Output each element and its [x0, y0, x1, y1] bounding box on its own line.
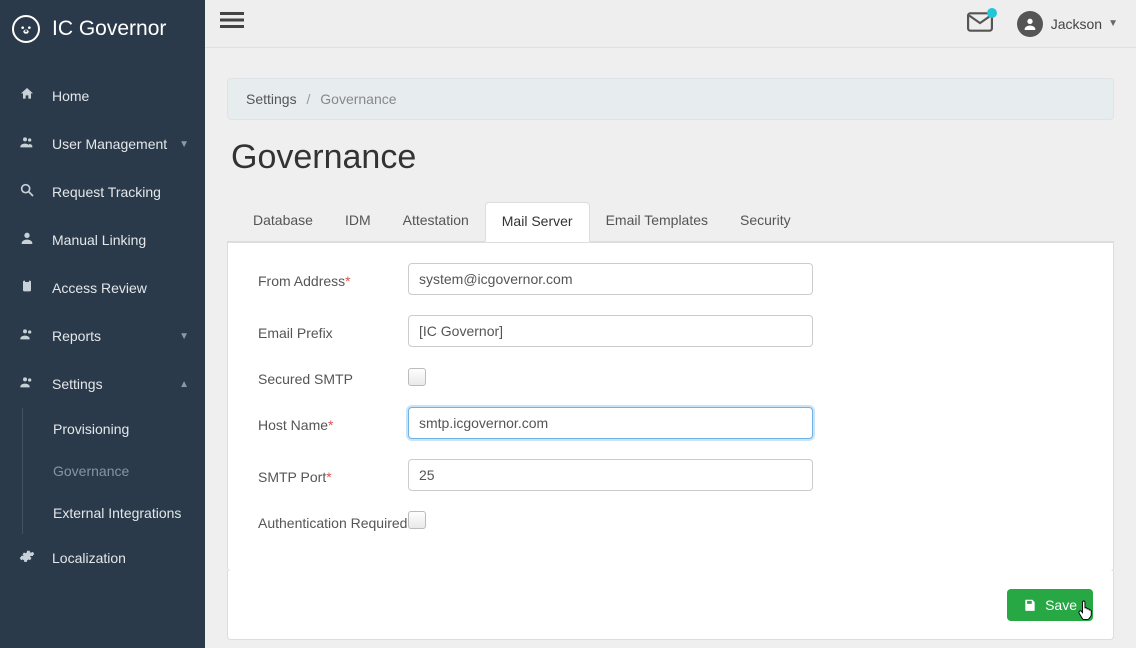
brand-title: IC Governor	[52, 17, 166, 41]
checkbox-secured-smtp[interactable]	[408, 368, 426, 386]
input-host-name[interactable]	[408, 407, 813, 439]
clipboard-icon	[16, 278, 38, 298]
panel-mail-server: From Address* Email Prefix Secured SMTP …	[227, 242, 1114, 572]
sidebar-subitem-external-integrations[interactable]: External Integrations	[23, 492, 205, 534]
breadcrumb-root[interactable]: Settings	[246, 91, 297, 107]
sidebar-subnav-settings: Provisioning Governance External Integra…	[22, 408, 205, 534]
chevron-down-icon: ▼	[179, 331, 189, 342]
sidebar-item-request-tracking[interactable]: Request Tracking	[0, 168, 205, 216]
label-secured-smtp: Secured SMTP	[258, 367, 408, 387]
label-host-name: Host Name*	[258, 413, 408, 433]
users-icon	[16, 134, 38, 154]
checkbox-auth-required[interactable]	[408, 511, 426, 529]
sidebar-item-user-management[interactable]: User Management ▼	[0, 120, 205, 168]
brand: IC Governor	[0, 0, 205, 58]
caret-down-icon: ▼	[1108, 18, 1118, 29]
sidebar-subitem-governance[interactable]: Governance	[23, 450, 205, 492]
avatar-icon	[1017, 11, 1043, 37]
chevron-up-icon: ▲	[179, 379, 189, 390]
tab-idm[interactable]: IDM	[329, 202, 387, 242]
sidebar-item-access-review[interactable]: Access Review	[0, 264, 205, 312]
brand-logo-icon	[12, 15, 40, 43]
page-title: Governance	[231, 138, 1114, 177]
user-icon	[16, 230, 38, 250]
label-auth-required: Authentication Required	[258, 511, 408, 531]
mail-icon[interactable]	[967, 12, 993, 35]
input-smtp-port[interactable]	[408, 459, 813, 491]
sidebar-item-home[interactable]: Home	[0, 72, 205, 120]
sidebar-item-settings[interactable]: Settings ▲	[0, 360, 205, 408]
chevron-down-icon: ▼	[179, 139, 189, 150]
label-smtp-port: SMTP Port*	[258, 465, 408, 485]
sidebar-item-localization[interactable]: Localization	[0, 534, 205, 582]
sidebar-item-label: Reports	[52, 328, 101, 344]
user-menu[interactable]: Jackson ▼	[1017, 11, 1118, 37]
tab-email-templates[interactable]: Email Templates	[590, 202, 724, 242]
main: Jackson ▼ Settings / Governance Governan…	[205, 0, 1136, 648]
tab-attestation[interactable]: Attestation	[387, 202, 485, 242]
breadcrumb: Settings / Governance	[227, 78, 1114, 120]
input-email-prefix[interactable]	[408, 315, 813, 347]
sidebar: IC Governor Home User Management ▼ Reque…	[0, 0, 205, 648]
home-icon	[16, 86, 38, 106]
tab-mail-server[interactable]: Mail Server	[485, 202, 590, 242]
hamburger-icon[interactable]	[219, 8, 245, 39]
sidebar-nav: Home User Management ▼ Request Tracking …	[0, 58, 205, 582]
sidebar-item-reports[interactable]: Reports ▼	[0, 312, 205, 360]
settings-users-icon	[16, 374, 38, 394]
sidebar-item-label: User Management	[52, 136, 167, 152]
sidebar-item-label: Manual Linking	[52, 232, 146, 248]
user-name: Jackson	[1051, 16, 1102, 32]
content: Settings / Governance Governance Databas…	[205, 48, 1136, 648]
breadcrumb-current: Governance	[320, 91, 396, 107]
search-icon	[16, 182, 38, 202]
sidebar-item-label: Request Tracking	[52, 184, 161, 200]
sidebar-item-manual-linking[interactable]: Manual Linking	[0, 216, 205, 264]
tab-database[interactable]: Database	[237, 202, 329, 242]
users-icon	[16, 326, 38, 346]
label-from-address: From Address*	[258, 269, 408, 289]
label-email-prefix: Email Prefix	[258, 321, 408, 341]
topbar: Jackson ▼	[205, 0, 1136, 48]
breadcrumb-separator: /	[306, 91, 310, 107]
panel-footer: Save	[227, 571, 1114, 640]
tabs: Database IDM Attestation Mail Server Ema…	[227, 201, 1114, 242]
tab-security[interactable]: Security	[724, 202, 807, 242]
save-icon	[1023, 598, 1037, 612]
save-button-label: Save	[1045, 597, 1077, 613]
notification-dot	[987, 8, 997, 18]
input-from-address[interactable]	[408, 263, 813, 295]
sidebar-item-label: Access Review	[52, 280, 147, 296]
save-button[interactable]: Save	[1007, 589, 1093, 621]
sidebar-item-label: Localization	[52, 550, 126, 566]
gear-icon	[16, 548, 38, 568]
sidebar-item-label: Home	[52, 88, 89, 104]
sidebar-item-label: Settings	[52, 376, 103, 392]
sidebar-subitem-provisioning[interactable]: Provisioning	[23, 408, 205, 450]
